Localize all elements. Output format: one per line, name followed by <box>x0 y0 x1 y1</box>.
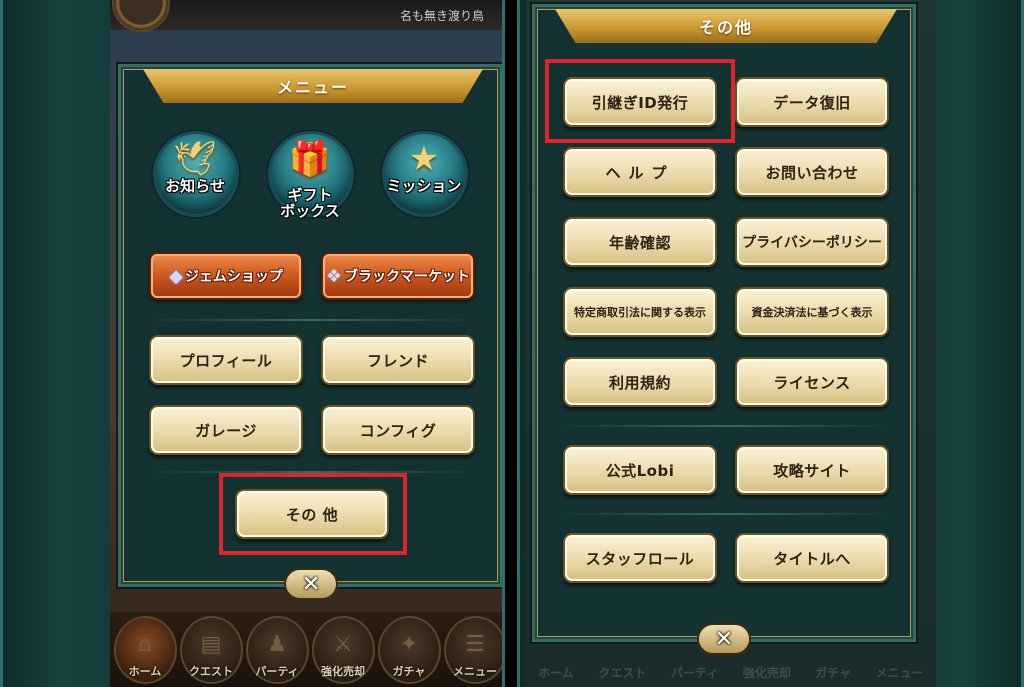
to-title-button[interactable]: タイトルへ <box>735 533 889 583</box>
faded-nav-enhance-sell: 強化売却 <box>742 666 791 680</box>
help-label: ヘルプ <box>605 163 675 182</box>
faded-nav-home: ホーム <box>538 666 574 680</box>
other-panel: その他 引継ぎID発行 データ復旧 ヘルプ お問い合わせ 年齢確認 プライバシー… <box>532 4 916 642</box>
profile-label: プロフィール <box>179 351 273 370</box>
menu-title: メニュー <box>276 78 349 97</box>
config-label: コンフィグ <box>359 421 437 440</box>
payment-act-button[interactable]: 資金決済法に基づく表示 <box>735 287 889 337</box>
license-button[interactable]: ライセンス <box>735 357 889 407</box>
star-badge-icon: ★ <box>408 139 440 179</box>
friend-button[interactable]: フレンド <box>321 335 475 385</box>
menu-title-ribbon: メニュー <box>143 69 483 103</box>
nav-party-label: パーティ <box>255 664 299 678</box>
bottom-nav: ⌂ ホーム ▤ クエスト ♟ パーティ ⚔ 強化売却 ✦ ガチャ ☰ メニュー <box>110 612 505 687</box>
license-label: ライセンス <box>773 373 851 392</box>
notice-label: お知らせ <box>165 177 225 195</box>
bird-icon: 🕊 <box>173 139 217 179</box>
faded-nav-menu: メニュー <box>875 666 924 680</box>
staff-roll-button[interactable]: スタッフロール <box>563 533 717 583</box>
nav-enhance-sell[interactable]: ⚔ 強化売却 <box>311 615 375 684</box>
close-other-button[interactable]: ✕ <box>697 623 751 655</box>
other-title: その他 <box>698 18 753 37</box>
black-market-label: ブラックマーケット <box>344 269 471 285</box>
data-restore-button[interactable]: データ復旧 <box>735 77 889 127</box>
nav-gacha-label: ガチャ <box>392 664 426 678</box>
commercial-law-label: 特定商取引法に関する表示 <box>574 306 706 319</box>
gacha-icon: ✦ <box>399 631 419 657</box>
swords-icon: ⚔ <box>333 631 353 657</box>
menu-panel: メニュー 🕊 お知らせ 🎁 ギフト ボックス ★ ミッション ◆ ジェムショップ… <box>118 64 503 587</box>
book-icon: ▤ <box>200 631 222 657</box>
gem-shop-label: ジェムショップ <box>184 269 283 285</box>
gift-icon: 🎁 <box>288 139 332 179</box>
to-title-label: タイトルへ <box>773 549 851 568</box>
nav-quest[interactable]: ▤ クエスト <box>179 615 243 684</box>
nav-menu-label: メニュー <box>453 664 497 678</box>
close-menu-button[interactable]: ✕ <box>284 568 338 600</box>
nav-quest-label: クエスト <box>189 664 233 678</box>
help-button[interactable]: ヘルプ <box>563 147 717 197</box>
privacy-policy-button[interactable]: プライバシーポリシー <box>735 217 889 267</box>
notice-button[interactable]: 🕊 お知らせ <box>151 131 239 229</box>
contact-label: お問い合わせ <box>765 163 859 182</box>
nav-gacha[interactable]: ✦ ガチャ <box>377 615 441 684</box>
friend-label: フレンド <box>366 351 429 370</box>
strategy-site-button[interactable]: 攻略サイト <box>735 445 889 495</box>
strategy-site-label: 攻略サイト <box>773 461 851 480</box>
privacy-policy-label: プライバシーポリシー <box>742 235 882 251</box>
faded-nav-gacha: ガチャ <box>815 666 852 680</box>
close-icon: ✕ <box>301 571 321 597</box>
nav-home-label: ホーム <box>128 664 162 678</box>
terms-button[interactable]: 利用規約 <box>563 357 717 407</box>
config-button[interactable]: コンフィグ <box>321 405 475 455</box>
faded-nav-party: パーティ <box>670 666 719 680</box>
age-confirm-button[interactable]: 年齢確認 <box>563 217 717 267</box>
gem-icon: ◆ <box>169 265 183 287</box>
terms-label: 利用規約 <box>608 373 671 392</box>
black-market-button[interactable]: ❖ ブラックマーケット <box>321 252 475 300</box>
nav-enhance-sell-label: 強化売却 <box>321 664 365 678</box>
left-screen: 名も無き渡り鳥 ⌂ ホーム ▤ クエスト ♟ パーティ ⚔ 強化売却 ✦ ガチャ ☰ メニュ… <box>0 0 505 687</box>
divider <box>555 425 895 427</box>
mission-button[interactable]: ★ ミッション <box>380 131 468 229</box>
commercial-law-button[interactable]: 特定商取引法に関する表示 <box>563 287 717 337</box>
staff-roll-label: スタッフロール <box>585 549 695 568</box>
highlight-box-other <box>219 473 407 555</box>
gem-shop-button[interactable]: ◆ ジェムショップ <box>149 252 303 300</box>
party-icon: ♟ <box>267 631 287 657</box>
payment-act-label: 資金決済法に基づく表示 <box>751 306 873 319</box>
contact-button[interactable]: お問い合わせ <box>735 147 889 197</box>
home-icon: ⌂ <box>138 631 152 657</box>
faded-nav-quest: クエスト <box>598 666 647 680</box>
menu-list-icon: ☰ <box>465 631 485 657</box>
highlight-box-transfer-id <box>545 59 735 143</box>
data-restore-label: データ復旧 <box>773 93 851 112</box>
divider <box>555 513 895 515</box>
official-lobi-label: 公式Lobi <box>605 461 675 480</box>
other-title-ribbon: その他 <box>555 9 897 43</box>
black-market-icon: ❖ <box>325 265 343 287</box>
official-lobi-button[interactable]: 公式Lobi <box>563 445 717 495</box>
profile-button[interactable]: プロフィール <box>149 335 303 385</box>
age-confirm-label: 年齢確認 <box>608 233 671 252</box>
gift-box-button[interactable]: 🎁 ギフト ボックス <box>266 131 354 229</box>
garage-button[interactable]: ガレージ <box>149 405 303 455</box>
mission-label: ミッション <box>386 177 462 195</box>
divider <box>141 319 481 321</box>
nav-menu[interactable]: ☰ メニュー <box>443 615 505 684</box>
nav-party[interactable]: ♟ パーティ <box>245 615 309 684</box>
nav-home[interactable]: ⌂ ホーム <box>113 615 177 684</box>
gift-box-label: ギフト ボックス <box>280 186 340 220</box>
garage-label: ガレージ <box>195 421 257 440</box>
close-icon: ✕ <box>714 626 734 652</box>
player-name: 名も無き渡り鳥 <box>399 9 484 23</box>
